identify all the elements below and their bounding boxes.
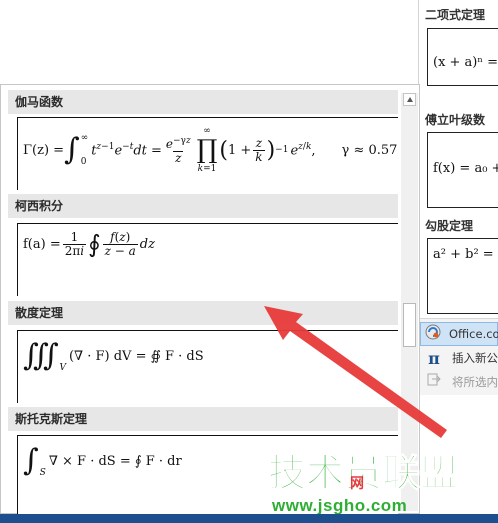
formula-divergence-theorem[interactable]: ∭ V (∇ · F) dV = ∯ F · dS bbox=[17, 330, 398, 403]
watermark-logo: 技术员联盟 bbox=[268, 450, 459, 495]
save-selection-icon bbox=[424, 373, 444, 391]
scroll-up-arrow-icon[interactable] bbox=[403, 93, 416, 106]
section-header-divergence: 散度定理 bbox=[8, 301, 398, 325]
section-title-pythagorean: 勾股定理 bbox=[425, 219, 474, 233]
scroll-thumb[interactable] bbox=[403, 303, 416, 347]
menu-label: Office.com bbox=[449, 327, 498, 341]
menu-label: 将所选内 bbox=[452, 375, 498, 389]
pi-icon: π bbox=[428, 348, 440, 368]
taskbar bbox=[0, 514, 498, 523]
formula-cauchy-integral[interactable]: f(a) = 1 2πi ∮ f(z) z − a dz bbox=[17, 223, 398, 296]
office-icon bbox=[425, 324, 441, 344]
formula-text: f(x) = a₀ + bbox=[433, 161, 498, 176]
section-header-stokes: 斯托克斯定理 bbox=[8, 407, 398, 431]
formula-text: a² + b² = c bbox=[433, 247, 498, 262]
menu-item-insert-new-equation[interactable]: π 插入新公 bbox=[420, 346, 498, 370]
formula-binomial[interactable]: (x + a)ⁿ = bbox=[427, 28, 498, 86]
formula-gamma-function[interactable]: Γ(z) = ∫ ∞ 0 tz−1e−tdt = e−γz z ∞ ∏ k=1 (1 + … bbox=[17, 117, 398, 190]
divergence-formula: ∭ V (∇ · F) dV = ∯ F · dS bbox=[23, 338, 204, 374]
watermark-url: www.jsgho.com bbox=[272, 496, 408, 515]
section-header-cauchy: 柯西积分 bbox=[8, 194, 398, 218]
menu-item-office-com[interactable]: Office.com bbox=[420, 322, 498, 346]
menu-item-save-selection[interactable]: 将所选内 bbox=[420, 370, 498, 394]
equation-menu: Office.com π 插入新公 将所选内 bbox=[420, 318, 498, 395]
section-header-gamma: 伽马函数 bbox=[8, 90, 398, 114]
watermark-sub: 网 bbox=[350, 476, 364, 492]
formula-text: (x + a)ⁿ = bbox=[433, 55, 498, 70]
section-title-fourier: 傅立叶级数 bbox=[425, 113, 486, 127]
stokes-text: ∇ × F · dS = ∮ F · dr bbox=[48, 453, 182, 469]
gamma-formula: Γ(z) = ∫ ∞ 0 tz−1e−tdt = e−γz z ∞ ∏ k=1 (1 + … bbox=[23, 126, 398, 174]
section-title-binomial: 二项式定理 bbox=[425, 8, 486, 22]
menu-label: 插入新公 bbox=[452, 351, 498, 365]
formula-pythagorean[interactable]: a² + b² = c bbox=[427, 238, 498, 314]
gamma-lhs: Γ(z) = bbox=[23, 142, 65, 158]
divergence-text: (∇ · F) dV = ∯ F · dS bbox=[68, 348, 204, 364]
formula-fourier[interactable]: f(x) = a₀ + bbox=[427, 132, 498, 208]
gamma-constant: γ ≈ 0.577 bbox=[341, 142, 398, 158]
cauchy-formula: f(a) = 1 2πi ∮ f(z) z − a dz bbox=[23, 229, 155, 258]
stokes-formula: ∫ S ∇ × F · dS = ∮ F · dr bbox=[23, 443, 182, 479]
cauchy-lhs: f(a) = bbox=[23, 236, 61, 252]
